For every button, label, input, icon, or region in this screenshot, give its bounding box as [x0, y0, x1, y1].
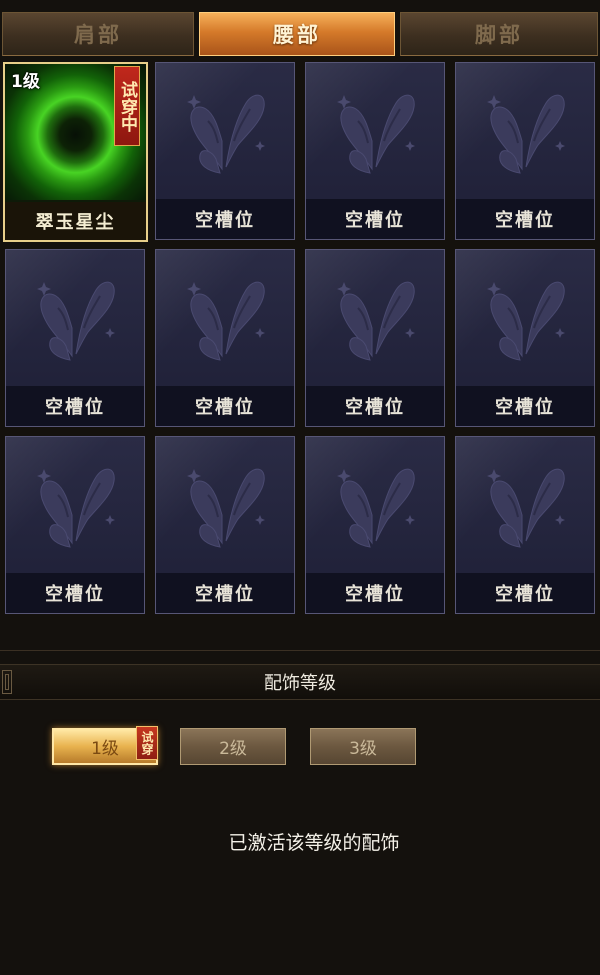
accessory-slot-equipped[interactable]: 1级 试穿中 翠玉星尘 [3, 62, 148, 242]
level-2-label: 2级 [219, 739, 247, 759]
accessory-slot-grid: 1级 试穿中 翠玉星尘 空槽位 空槽位 空槽位 空槽位 空槽位 空槽位 空槽位 … [0, 60, 600, 620]
butterfly-icon [6, 250, 144, 386]
accessory-slot-empty[interactable]: 空槽位 [305, 62, 445, 240]
slot-name: 空槽位 [6, 386, 144, 426]
accessory-slot-empty[interactable]: 空槽位 [5, 249, 145, 427]
accessory-slot-empty[interactable]: 空槽位 [305, 436, 445, 614]
accessory-slot-empty[interactable]: 空槽位 [5, 436, 145, 614]
category-tabs: 肩部 腰部 脚部 [0, 12, 600, 58]
accessory-slot-empty[interactable]: 空槽位 [305, 249, 445, 427]
slot-name: 空槽位 [456, 386, 594, 426]
slot-name: 空槽位 [306, 573, 444, 613]
accessory-slot-empty[interactable]: 空槽位 [455, 62, 595, 240]
slot-name: 空槽位 [456, 199, 594, 239]
section-title: 配饰等级 [264, 673, 336, 694]
butterfly-icon [456, 250, 594, 386]
butterfly-icon [156, 437, 294, 573]
slot-name: 空槽位 [306, 386, 444, 426]
section-divider [0, 650, 600, 651]
slot-name: 空槽位 [156, 573, 294, 613]
butterfly-icon [6, 437, 144, 573]
slot-name: 空槽位 [156, 386, 294, 426]
slot-name: 翠玉星尘 [5, 202, 146, 240]
slot-name: 空槽位 [6, 573, 144, 613]
level-3-button[interactable]: 3级 [310, 728, 416, 765]
accessory-slot-empty[interactable]: 空槽位 [155, 436, 295, 614]
butterfly-icon [156, 250, 294, 386]
level-2-button[interactable]: 2级 [180, 728, 286, 765]
accessory-level-header: 配饰等级 [0, 664, 600, 700]
accessory-slot-empty[interactable]: 空槽位 [455, 249, 595, 427]
tab-waist[interactable]: 腰部 [199, 12, 395, 56]
level-1-button[interactable]: 1级 试穿 [52, 726, 158, 765]
accessory-slot-empty[interactable]: 空槽位 [455, 436, 595, 614]
level-3-label: 3级 [349, 739, 377, 759]
butterfly-icon [456, 437, 594, 573]
trying-on-badge: 试穿中 [114, 66, 140, 146]
tab-shoulder[interactable]: 肩部 [2, 12, 194, 56]
accessory-slot-empty[interactable]: 空槽位 [155, 249, 295, 427]
butterfly-icon [156, 63, 294, 199]
item-level-badge: 1级 [11, 72, 40, 92]
tab-foot[interactable]: 脚部 [400, 12, 598, 56]
butterfly-icon [456, 63, 594, 199]
butterfly-icon [306, 63, 444, 199]
slot-name: 空槽位 [156, 199, 294, 239]
slot-name: 空槽位 [306, 199, 444, 239]
level-1-label: 1级 [91, 739, 119, 759]
butterfly-icon [306, 250, 444, 386]
activation-status-text: 已激活该等级的配饰 [228, 831, 400, 854]
slot-name: 空槽位 [456, 573, 594, 613]
try-on-badge: 试穿 [136, 726, 158, 760]
butterfly-icon [306, 437, 444, 573]
accessory-slot-empty[interactable]: 空槽位 [155, 62, 295, 240]
